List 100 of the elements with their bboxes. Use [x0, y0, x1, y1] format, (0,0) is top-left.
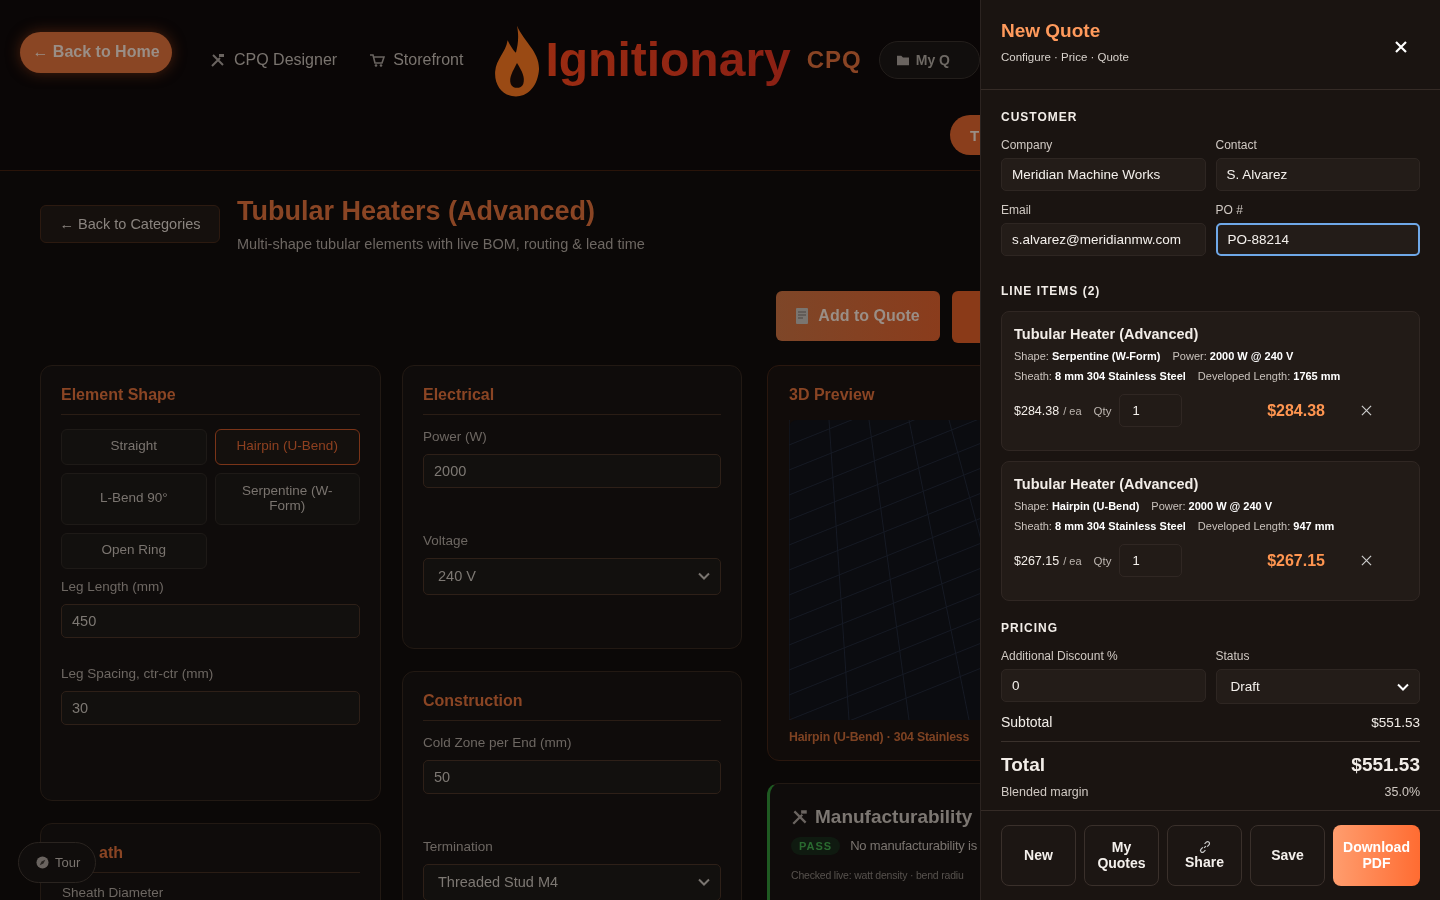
- chevron-icon: [698, 878, 710, 887]
- select-field[interactable]: Draft: [1215, 669, 1420, 704]
- page-title: Tubular Heaters (Advanced): [237, 197, 597, 227]
- field-label: Sheath Diameter: [62, 884, 165, 900]
- spec-text: Power: 2000 W @ 240 V: [1151, 500, 1273, 512]
- unit-label: / ea: [1063, 554, 1082, 567]
- document-icon: [796, 307, 809, 324]
- qty-field[interactable]: 1: [1119, 394, 1183, 427]
- unit-price: $284.38: [1014, 403, 1060, 418]
- unit-label: / ea: [1063, 404, 1082, 417]
- item-total: $284.38: [1267, 401, 1325, 420]
- input-field[interactable]: Meridian Machine Works: [1001, 158, 1206, 191]
- download-button[interactable]: Download PDF: [1333, 825, 1420, 886]
- field-label: Power (W): [423, 428, 488, 444]
- spec-text: Shape: Hairpin (U-Bend): [1014, 500, 1140, 512]
- input-field[interactable]: 450: [61, 603, 360, 638]
- back-categories-button[interactable]: ← Back to Categories: [40, 205, 220, 243]
- drawer-subtitle: Configure · Price · Quote: [1001, 51, 1129, 63]
- card-title: Construction: [423, 691, 524, 710]
- input-field[interactable]: s.alvarez@meridianmw.com: [1001, 223, 1206, 256]
- tools-icon: [791, 807, 809, 826]
- total-label: Total: [1001, 754, 1045, 776]
- nav-link[interactable]: CPQ Designer: [210, 51, 338, 69]
- folder-icon: [895, 54, 910, 66]
- field-label: Leg Length (mm): [61, 578, 165, 594]
- item-name: Tubular Heater (Advanced): [1014, 326, 1200, 342]
- margin-value: 35.0%: [1384, 785, 1420, 799]
- field-label: Cold Zone per End (mm): [423, 734, 573, 750]
- card-title: Element Shape: [61, 385, 177, 404]
- qty-field[interactable]: 1: [1119, 544, 1183, 577]
- shape-option[interactable]: L-Bend 90°: [61, 472, 207, 525]
- link-icon: [1197, 840, 1212, 855]
- my-quotes-button[interactable]: My Q: [878, 41, 980, 79]
- page-subtitle: Multi-shape tubular elements with live BOM, routing & lead time: [237, 235, 645, 252]
- item-total: $267.15: [1267, 551, 1325, 570]
- close-icon: [1395, 41, 1407, 53]
- field-label: Email: [1001, 203, 1032, 217]
- remove-button[interactable]: [1359, 403, 1373, 418]
- card-title: Electrical: [423, 385, 496, 404]
- action-button[interactable]: Share: [1167, 825, 1242, 886]
- nav-link[interactable]: Storefront: [369, 51, 464, 69]
- subtotal-label: Subtotal: [1001, 714, 1053, 730]
- input-field[interactable]: S. Alvarez: [1215, 158, 1420, 191]
- spec-text: Sheath: 8 mm 304 Stainless Steel: [1014, 520, 1186, 532]
- logo-suffix: CPQ: [806, 46, 862, 74]
- card-title: Manufacturability: [815, 805, 973, 828]
- spec-text: Developed Length: 1765 mm: [1197, 370, 1341, 382]
- action-button[interactable]: New: [1001, 825, 1076, 886]
- field-label: Company: [1001, 138, 1054, 152]
- input-field[interactable]: 2000: [423, 453, 721, 488]
- item-name: Tubular Heater (Advanced): [1014, 476, 1200, 492]
- action-button[interactable]: Save: [1250, 825, 1325, 886]
- section-heading: LINE ITEMS (2): [1001, 284, 1102, 298]
- compass-icon: [36, 856, 49, 869]
- field-label: Additional Discount %: [1001, 649, 1119, 663]
- field-label: Leg Spacing, ctr-ctr (mm): [61, 665, 215, 681]
- drawer-title: New Quote: [1001, 20, 1102, 42]
- input-field[interactable]: 50: [423, 759, 721, 794]
- subtotal-value: $551.53: [1371, 714, 1420, 730]
- status-message: No manufacturability is: [850, 838, 978, 854]
- unit-price: $267.15: [1014, 553, 1060, 568]
- action-button[interactable]: My Quotes: [1084, 825, 1159, 886]
- field-label: Voltage: [423, 532, 470, 548]
- status-badge: PASS: [791, 836, 841, 855]
- spec-text: Shape: Serpentine (W-Form): [1014, 350, 1161, 362]
- shape-option[interactable]: Straight: [61, 428, 207, 465]
- preview-caption: Hairpin (U-Bend) · 304 Stainless: [789, 729, 971, 744]
- tour-button[interactable]: Tour: [18, 842, 96, 883]
- spec-text: Sheath: 8 mm 304 Stainless Steel: [1014, 370, 1186, 382]
- shape-option[interactable]: Open Ring: [61, 532, 207, 569]
- spec-text: Developed Length: 947 mm: [1197, 520, 1335, 532]
- margin-label: Blended margin: [1001, 785, 1089, 799]
- select-field[interactable]: Threaded Stud M4: [423, 863, 721, 900]
- qty-label: Qty: [1093, 404, 1112, 417]
- check-note: Checked live: watt density · bend radiu: [791, 868, 965, 881]
- input-field[interactable]: PO-88214: [1215, 223, 1420, 256]
- chevron-icon: [1397, 682, 1409, 691]
- field-label: Termination: [423, 838, 494, 854]
- spec-text: Power: 2000 W @ 240 V: [1172, 350, 1294, 362]
- add-to-quote-button[interactable]: Add to Quote: [776, 290, 940, 341]
- shape-option[interactable]: Hairpin (U-Bend): [214, 428, 360, 465]
- chevron-icon: [698, 572, 710, 581]
- remove-button[interactable]: [1359, 553, 1373, 568]
- field-label: Contact: [1215, 138, 1258, 152]
- tour-start-button[interactable]: T: [950, 115, 980, 155]
- card-title: 3D Preview: [789, 385, 876, 404]
- tools-icon: [210, 52, 226, 68]
- input-field[interactable]: 30: [61, 690, 360, 725]
- field-label: Status: [1215, 649, 1251, 663]
- close-icon: [1360, 555, 1372, 566]
- input-field[interactable]: 0: [1001, 669, 1206, 702]
- field-label: PO #: [1215, 203, 1244, 217]
- section-heading: PRICING: [1001, 621, 1059, 635]
- card-title: ath: [99, 843, 124, 862]
- total-value: $551.53: [1351, 754, 1420, 776]
- section-heading: CUSTOMER: [1001, 110, 1079, 124]
- qty-label: Qty: [1093, 554, 1112, 567]
- select-field[interactable]: 240 V: [423, 557, 721, 595]
- shape-option[interactable]: Serpentine (W-Form): [214, 472, 360, 525]
- cart-icon: [369, 52, 386, 68]
